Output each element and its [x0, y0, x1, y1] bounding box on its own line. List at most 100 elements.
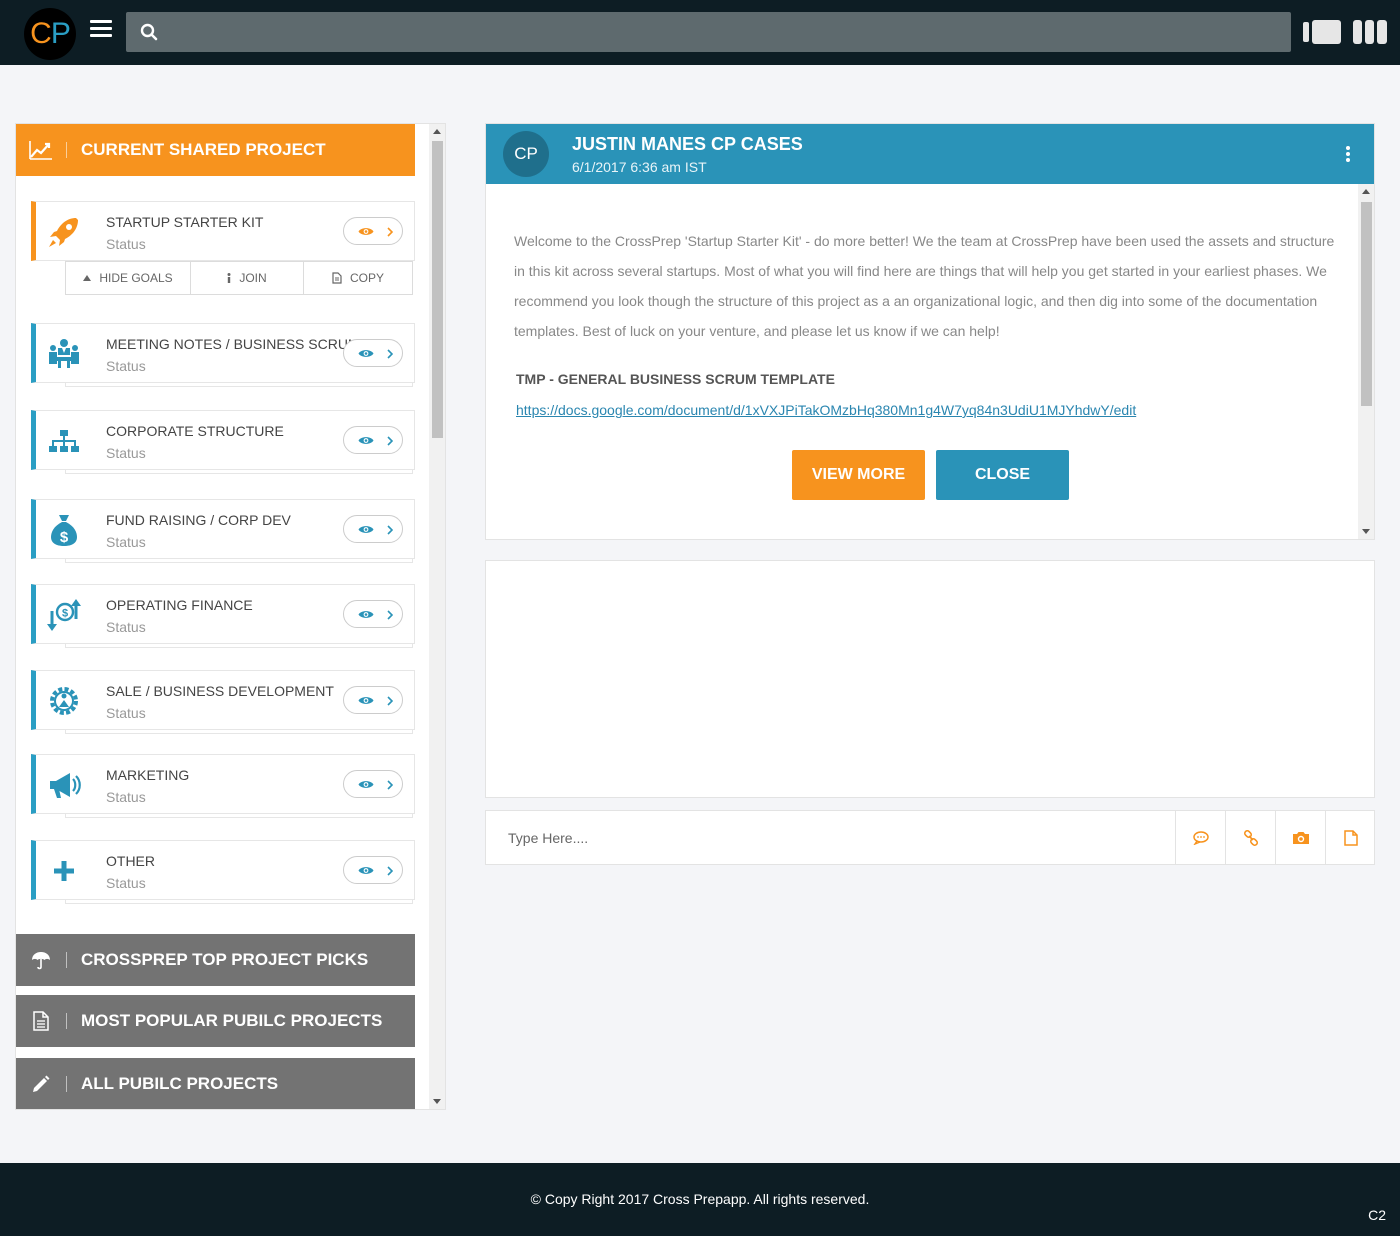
scroll-down-arrow[interactable] — [1362, 529, 1370, 534]
menu-icon[interactable] — [90, 20, 112, 38]
eye-icon — [358, 867, 374, 874]
more-options-icon[interactable] — [1341, 146, 1355, 164]
view-more-button[interactable]: VIEW MORE — [792, 450, 925, 500]
item-underline — [65, 814, 413, 818]
eye-icon — [358, 350, 374, 357]
project-title: CORPORATE STRUCTURE — [106, 423, 284, 439]
project-item-marketing[interactable]: MARKETING Status — [31, 754, 415, 814]
project-status: Status — [106, 445, 146, 461]
all-public-projects-header[interactable]: ALL PUBILC PROJECTS — [16, 1058, 415, 1109]
view-project-button[interactable] — [343, 770, 403, 798]
project-status: Status — [106, 875, 146, 891]
footer: © Copy Right 2017 Cross Prepapp. All rig… — [0, 1163, 1400, 1236]
hide-goals-button[interactable]: HIDE GOALS — [66, 262, 191, 294]
template-title: TMP - GENERAL BUSINESS SCRUM TEMPLATE — [516, 371, 835, 387]
project-item-startup-starter-kit[interactable]: STARTUP STARTER KIT Status — [31, 201, 415, 261]
svg-text:$: $ — [62, 608, 68, 620]
comment-button[interactable] — [1175, 811, 1225, 864]
section-title: ALL PUBILC PROJECTS — [81, 1074, 279, 1093]
link-icon — [1243, 829, 1258, 846]
join-button[interactable]: JOIN — [191, 262, 304, 294]
plus-icon — [54, 861, 74, 881]
view-project-button[interactable] — [343, 515, 403, 543]
content-panel — [485, 560, 1375, 798]
logo[interactable]: CP — [24, 8, 76, 60]
item-underline — [65, 383, 413, 387]
scroll-up-arrow[interactable] — [1362, 189, 1370, 194]
most-popular-projects-header[interactable]: MOST POPULAR PUBILC PROJECTS — [16, 995, 415, 1047]
money-bag-icon: $ — [51, 515, 77, 546]
sidebar-scrollbar[interactable] — [429, 124, 445, 1109]
join-label: JOIN — [239, 271, 267, 285]
view-project-button[interactable] — [343, 856, 403, 884]
chat-bubble-icon — [1192, 830, 1209, 845]
item-underline — [65, 644, 413, 648]
project-title: OPERATING FINANCE — [106, 597, 253, 613]
hide-goals-label: HIDE GOALS — [99, 271, 173, 285]
megaphone-icon — [50, 773, 81, 798]
rocket-icon — [49, 218, 78, 247]
file-icon — [1343, 829, 1358, 846]
chevron-right-icon — [387, 696, 393, 706]
message-composer — [485, 810, 1375, 865]
top-bar: CP — [0, 0, 1400, 65]
gear-person-icon — [50, 687, 78, 715]
scroll-up-arrow[interactable] — [433, 129, 441, 134]
project-title: MARKETING — [106, 767, 190, 783]
view-project-button[interactable] — [343, 600, 403, 628]
chevron-right-icon — [387, 780, 393, 790]
section-title: MOST POPULAR PUBILC PROJECTS — [81, 1011, 383, 1030]
avatar[interactable]: CP — [503, 131, 549, 177]
scroll-down-arrow[interactable] — [433, 1099, 441, 1104]
info-icon — [227, 273, 231, 283]
column-view-icon[interactable] — [1353, 20, 1387, 44]
message-input[interactable] — [508, 811, 1168, 864]
chevron-right-icon — [387, 349, 393, 359]
chevron-right-icon — [387, 866, 393, 876]
view-project-button[interactable] — [343, 686, 403, 714]
card-view-icon[interactable] — [1303, 20, 1341, 44]
project-detail-card: CP JUSTIN MANES CP CASES 6/1/2017 6:36 a… — [485, 123, 1375, 540]
chevron-right-icon — [387, 525, 393, 535]
template-link[interactable]: https://docs.google.com/document/d/1xVXJ… — [516, 402, 1136, 418]
org-chart-icon — [49, 430, 79, 452]
project-title: STARTUP STARTER KIT — [106, 214, 264, 230]
eye-icon — [358, 611, 374, 618]
document-icon — [33, 1011, 49, 1031]
file-button[interactable] — [1325, 811, 1375, 864]
project-item-other[interactable]: OTHER Status — [31, 840, 415, 900]
project-item-meeting-notes[interactable]: MEETING NOTES / BUSINESS SCRUM Status — [31, 323, 415, 383]
view-project-button[interactable] — [343, 339, 403, 367]
view-project-button[interactable] — [343, 426, 403, 454]
project-status: Status — [106, 789, 146, 805]
link-button[interactable] — [1225, 811, 1275, 864]
item-underline — [65, 559, 413, 563]
section-title: CROSSPREP TOP PROJECT PICKS — [81, 950, 369, 969]
close-button[interactable]: CLOSE — [936, 450, 1069, 500]
project-item-fund-raising[interactable]: $ FUND RAISING / CORP DEV Status — [31, 499, 415, 559]
copy-button[interactable]: COPY — [304, 262, 412, 294]
project-title: OTHER — [106, 853, 155, 869]
caret-up-icon — [83, 275, 92, 281]
item-underline — [65, 900, 413, 904]
scrollbar-thumb[interactable] — [1361, 202, 1372, 406]
card-scrollbar[interactable] — [1358, 184, 1374, 539]
svg-text:$: $ — [60, 529, 69, 546]
current-shared-project-header[interactable]: CURRENT SHARED PROJECT — [16, 124, 415, 176]
scrollbar-thumb[interactable] — [432, 141, 443, 438]
search-icon — [140, 23, 158, 41]
eye-icon — [358, 781, 374, 788]
project-item-corporate-structure[interactable]: CORPORATE STRUCTURE Status — [31, 410, 415, 470]
project-item-operating-finance[interactable]: $ OPERATING FINANCE Status — [31, 584, 415, 644]
umbrella-icon — [32, 952, 50, 970]
project-status: Status — [106, 705, 146, 721]
photo-button[interactable] — [1275, 811, 1325, 864]
project-description: Welcome to the CrossPrep 'Startup Starte… — [514, 233, 1335, 339]
view-project-button[interactable] — [343, 217, 403, 245]
top-project-picks-header[interactable]: CROSSPREP TOP PROJECT PICKS — [16, 934, 415, 986]
version-badge: C2 — [1368, 1207, 1386, 1223]
camera-icon — [1292, 831, 1309, 844]
project-status: Status — [106, 236, 146, 252]
project-item-sale-business-development[interactable]: SALE / BUSINESS DEVELOPMENT Status — [31, 670, 415, 730]
search-input[interactable] — [170, 12, 1280, 52]
